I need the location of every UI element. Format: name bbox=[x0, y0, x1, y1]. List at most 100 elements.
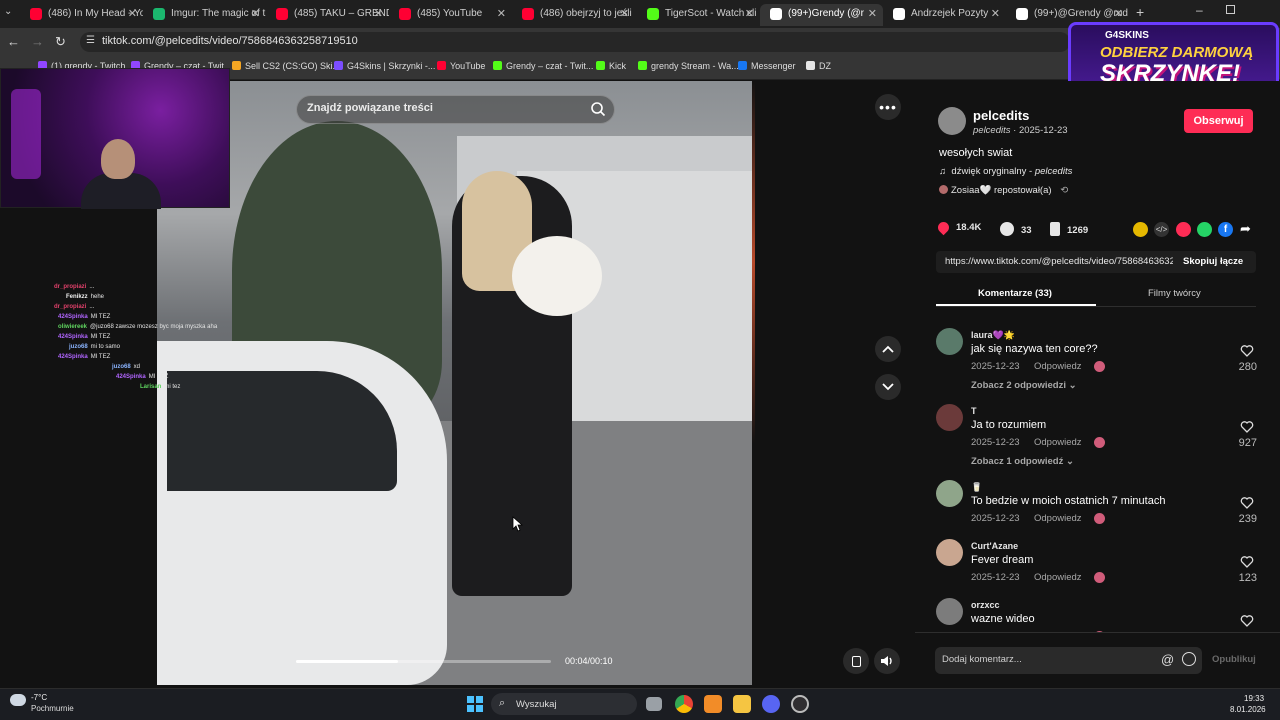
save-stat[interactable]: 1269 bbox=[1050, 222, 1088, 236]
chat-message: 424Spinka MI TEZ bbox=[58, 354, 110, 360]
chat-username: oliwiereek bbox=[58, 324, 88, 330]
facebook-share-icon[interactable]: f bbox=[1218, 222, 1233, 237]
copy-link-button[interactable]: Skopiuj łącze bbox=[1183, 256, 1243, 267]
minimize-button[interactable]: – bbox=[1196, 3, 1203, 17]
start-icon[interactable] bbox=[467, 696, 483, 712]
tab-comments[interactable]: Komentarze (33) bbox=[978, 288, 1052, 299]
tab-close-icon[interactable]: ✕ bbox=[620, 4, 629, 24]
maximize-button[interactable] bbox=[1226, 5, 1235, 14]
more-options-button[interactable]: ••• bbox=[875, 94, 901, 120]
comment-heart-icon[interactable] bbox=[1240, 614, 1254, 628]
sound-info[interactable]: ♫ dźwięk oryginalny - pelcedits bbox=[939, 166, 1072, 177]
tab-creator-videos[interactable]: Filmy twórcy bbox=[1148, 288, 1201, 299]
comment-text: jak się nazywa ten core?? bbox=[971, 343, 1098, 355]
back-icon[interactable]: ← bbox=[7, 34, 20, 49]
browser-tab[interactable]: (485) YouTube ✕ bbox=[389, 4, 512, 26]
bookmark-item[interactable]: Messenger bbox=[738, 61, 796, 71]
bookmark-item[interactable]: Kick bbox=[596, 61, 626, 71]
comment-avatar[interactable] bbox=[936, 328, 963, 355]
comment-heart-icon[interactable] bbox=[1240, 420, 1254, 434]
bookmark-item[interactable]: Grendy – czat - Twit... bbox=[493, 61, 593, 71]
mini-player-button[interactable] bbox=[843, 648, 869, 674]
weather-icon[interactable] bbox=[10, 694, 26, 706]
emoji-icon[interactable] bbox=[1182, 652, 1196, 666]
comment-reply-button[interactable]: Odpowiedz bbox=[1034, 361, 1082, 372]
comment-avatar[interactable] bbox=[936, 480, 963, 507]
tab-close-icon[interactable]: ✕ bbox=[374, 4, 383, 24]
tab-close-icon[interactable]: ✕ bbox=[251, 4, 260, 24]
comment-avatar[interactable] bbox=[936, 404, 963, 431]
comment-username[interactable]: orzxcc bbox=[971, 600, 1000, 610]
tab-close-icon[interactable]: ✕ bbox=[868, 4, 877, 24]
next-video-button[interactable] bbox=[875, 374, 901, 400]
comment-heart-icon[interactable] bbox=[1240, 496, 1254, 510]
author-avatar[interactable] bbox=[938, 107, 966, 135]
tab-close-icon[interactable]: ✕ bbox=[128, 4, 137, 24]
comment-stat[interactable]: 33 bbox=[1000, 222, 1032, 236]
comment-username[interactable]: T bbox=[971, 406, 977, 416]
creator-liked-icon bbox=[1094, 437, 1105, 448]
like-stat[interactable]: 18.4K bbox=[935, 219, 981, 236]
author-handle: pelcedits bbox=[973, 125, 1011, 136]
comment-reply-button[interactable]: Odpowiedz bbox=[1034, 572, 1082, 583]
obs-icon[interactable] bbox=[791, 695, 809, 713]
bookmark-item[interactable]: DZ bbox=[806, 61, 831, 71]
repost-icon: ⟲ bbox=[1060, 185, 1069, 196]
send-share-icon[interactable] bbox=[1176, 222, 1191, 237]
bookmark-item[interactable]: G4Skins | Skrzynki -... bbox=[334, 61, 435, 71]
new-tab-button[interactable]: + bbox=[1136, 4, 1144, 20]
site-info-icon[interactable]: ☰ bbox=[86, 35, 95, 46]
bookmark-item[interactable]: YouTube bbox=[437, 61, 485, 71]
tab-close-icon[interactable]: ✕ bbox=[497, 4, 506, 24]
comment-heart-icon[interactable] bbox=[1240, 344, 1254, 358]
search-icon[interactable] bbox=[590, 101, 606, 117]
comment-avatar[interactable] bbox=[936, 598, 963, 625]
comment-reply-button[interactable]: Odpowiedz bbox=[1034, 513, 1082, 524]
follow-button[interactable]: Obserwuj bbox=[1184, 109, 1253, 133]
app-icon[interactable] bbox=[704, 695, 722, 713]
tab-list-chevron-icon[interactable]: ⌄ bbox=[4, 6, 12, 17]
tab-title: (99+)Grendy (@r bbox=[788, 8, 865, 19]
chat-username: 424Spinka bbox=[58, 354, 88, 360]
browser-tab[interactable]: (486) obejrzyj to jeśli ✕ bbox=[512, 4, 635, 26]
video-player[interactable] bbox=[157, 81, 754, 685]
coin-share-icon[interactable] bbox=[1133, 222, 1148, 237]
view-replies-button[interactable]: Zobacz 2 odpowiedzi ⌄ bbox=[971, 380, 1077, 391]
browser-tab[interactable]: (485) TAKU – GREND ✕ bbox=[266, 4, 389, 26]
view-replies-button[interactable]: Zobacz 1 odpowiedź ⌄ bbox=[971, 456, 1074, 467]
mention-icon[interactable]: @ bbox=[1161, 652, 1174, 667]
comment-username[interactable]: Curt'Azane bbox=[971, 541, 1018, 551]
share-arrow-icon[interactable]: ➦ bbox=[1240, 221, 1251, 237]
tab-close-icon[interactable]: ✕ bbox=[745, 4, 754, 24]
publish-button[interactable]: Opublikuj bbox=[1212, 654, 1256, 665]
taskbar-search[interactable] bbox=[491, 693, 637, 715]
volume-button[interactable] bbox=[874, 648, 900, 674]
discord-icon[interactable] bbox=[762, 695, 780, 713]
browser-tab[interactable]: Imgur: The magic of t ✕ bbox=[143, 4, 266, 26]
browser-tab[interactable]: (486) In My Head - Yo ✕ bbox=[20, 4, 143, 26]
author-name[interactable]: pelcedits bbox=[973, 108, 1029, 123]
comment-username[interactable]: 🥛 bbox=[971, 482, 982, 493]
bookmark-item[interactable]: grendy Stream - Wa... bbox=[638, 61, 739, 71]
video-car-window bbox=[167, 371, 397, 491]
repost-text: Zosiaa🤍 repostował(a) bbox=[951, 185, 1052, 196]
embed-share-icon[interactable]: </> bbox=[1154, 222, 1169, 237]
whatsapp-share-icon[interactable] bbox=[1197, 222, 1212, 237]
comment-heart-icon[interactable] bbox=[1240, 555, 1254, 569]
browser-tab[interactable]: (99+)Grendy (@r ✕ bbox=[760, 4, 883, 26]
task-view-icon[interactable] bbox=[646, 697, 662, 711]
forward-icon[interactable]: → bbox=[31, 34, 44, 49]
comment-avatar[interactable] bbox=[936, 539, 963, 566]
bookmark-item[interactable]: Sell CS2 (CS:GO) Ski... bbox=[232, 61, 340, 71]
previous-video-button[interactable] bbox=[875, 336, 901, 362]
tab-close-icon[interactable]: ✕ bbox=[991, 4, 1000, 24]
browser-tab[interactable]: TigerScot - Watch cli ✕ bbox=[637, 4, 760, 26]
comment-username[interactable]: laura💜🌟 bbox=[971, 330, 1015, 341]
tab-close-icon[interactable]: ✕ bbox=[1114, 4, 1123, 24]
comment-placeholder: Dodaj komentarz... bbox=[942, 654, 1022, 665]
file-explorer-icon[interactable] bbox=[733, 695, 751, 713]
reload-icon[interactable]: ↻ bbox=[55, 34, 66, 50]
browser-tab[interactable]: Andrzejek Pozyty ✕ bbox=[883, 4, 1006, 26]
comment-reply-button[interactable]: Odpowiedz bbox=[1034, 437, 1082, 448]
chrome-icon[interactable] bbox=[675, 695, 693, 713]
